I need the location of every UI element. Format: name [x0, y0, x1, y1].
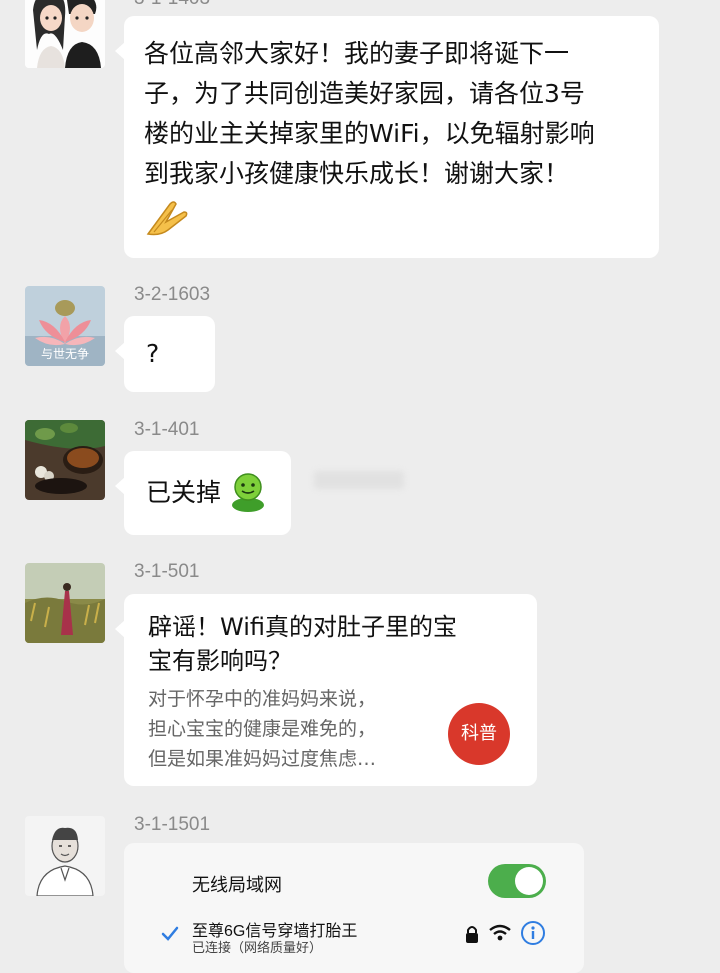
link-title: 辟谣！Wifi真的对肚子里的宝 宝有影响吗？ — [148, 610, 515, 678]
link-title-line: 宝有影响吗？ — [148, 647, 292, 675]
sender-name: 3-2-1603 — [134, 284, 211, 305]
green-smile-emoji-icon — [226, 469, 270, 517]
message-text: 各位高邻大家好！我的妻子即将诞下一 子，为了共同创造美好家园，请各位3号 楼的业… — [144, 34, 639, 194]
avatar-tea[interactable] — [25, 420, 105, 500]
blurred-text-fragment — [314, 471, 404, 489]
info-icon[interactable] — [520, 920, 546, 950]
avatar-couple[interactable] — [25, 0, 105, 68]
sender-name: 3-1-1501 — [134, 814, 211, 835]
lock-icon — [464, 924, 480, 948]
message-line: 各位高邻大家好！我的妻子即将诞下一 — [144, 39, 570, 68]
message-text: 已关掉 — [146, 478, 222, 507]
pray-hands-emoji-icon — [144, 198, 190, 242]
wifi-toggle[interactable] — [488, 864, 546, 898]
sender-name: 3-1-1403 — [134, 0, 210, 10]
message-text: ? — [146, 339, 160, 368]
link-title-line: 辟谣！Wifi真的对肚子里的宝 — [148, 613, 457, 641]
avatar-lotus[interactable]: 与世无争 — [25, 286, 105, 366]
sender-name: 3-1-401 — [134, 419, 200, 440]
avatar-landscape[interactable] — [25, 563, 105, 643]
wifi-signal-icon — [489, 924, 511, 946]
message-line: 楼的业主关掉家里的WiFi，以免辐射影响 — [144, 119, 595, 148]
message-bubble-1[interactable]: 各位高邻大家好！我的妻子即将诞下一 子，为了共同创造美好家园，请各位3号 楼的业… — [115, 16, 659, 258]
message-line: 子，为了共同创造美好家园，请各位3号 — [144, 79, 585, 108]
checkmark-icon — [160, 924, 180, 948]
message-line: 到我家小孩健康快乐成长！谢谢大家！ — [144, 159, 570, 188]
avatar-man-sketch[interactable] — [25, 816, 105, 896]
avatar-caption: 与世无争 — [40, 347, 89, 361]
science-badge-thumbnail: 科普 — [448, 703, 510, 765]
message-bubble-3[interactable]: 已关掉 — [115, 451, 404, 535]
network-status: 已连接（网络质量好） — [192, 940, 323, 955]
wifi-header-label: 无线局域网 — [192, 875, 282, 895]
sender-name: 3-1-501 — [134, 561, 200, 582]
toggle-knob — [515, 867, 543, 895]
message-bubble-2[interactable]: ? — [115, 316, 215, 392]
link-card-bubble[interactable]: 辟谣！Wifi真的对肚子里的宝 宝有影响吗？ 对于怀孕中的准妈妈来说， 担心宝宝… — [115, 594, 537, 786]
